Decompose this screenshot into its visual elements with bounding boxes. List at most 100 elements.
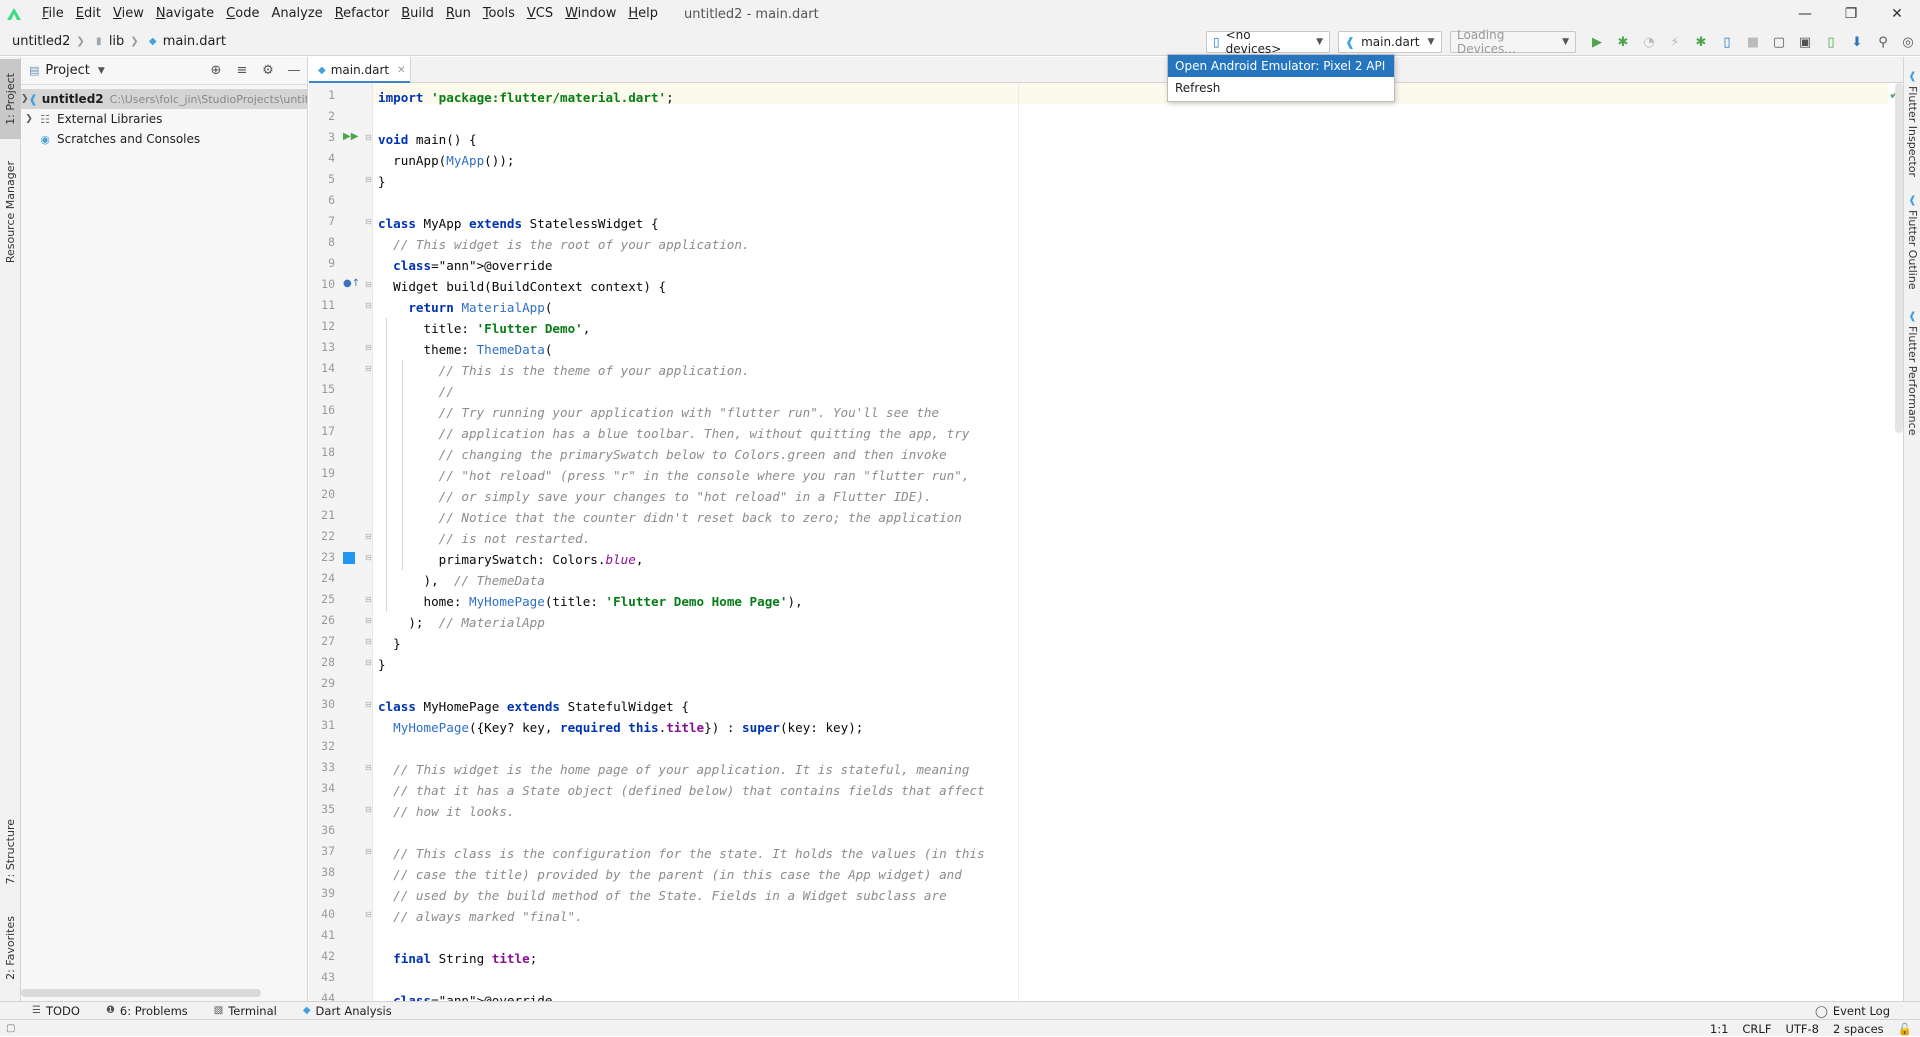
fold-marker-icon[interactable]: ⊟ [365, 280, 372, 289]
code-line[interactable]: runApp(MyApp()); [378, 150, 514, 171]
layout-inspector-button[interactable]: ▣ [1792, 29, 1818, 55]
menu-window[interactable]: Window [559, 0, 622, 28]
chevron-right-icon[interactable]: ❯ [21, 94, 29, 104]
tree-item-scratches[interactable]: ◉ Scratches and Consoles [21, 129, 307, 149]
code-line[interactable]: // application has a blue toolbar. Then,… [378, 423, 970, 444]
tab-problems[interactable]: ❶ 6: Problems [100, 1004, 194, 1018]
run-gutter-icon[interactable]: ▶▶ [343, 131, 358, 143]
code-line[interactable]: home: MyHomePage(title: 'Flutter Demo Ho… [378, 591, 802, 612]
breadcrumb-file[interactable]: ◆ main.dart [141, 34, 230, 49]
code-line[interactable]: class="ann">@override [378, 255, 552, 276]
minimize-button[interactable]: — [1782, 0, 1828, 28]
locate-icon[interactable]: ⊕ [203, 63, 229, 78]
code-line[interactable]: // how it looks. [378, 801, 514, 822]
horizontal-scrollbar[interactable] [21, 989, 261, 997]
refresh-item[interactable]: Refresh [1168, 77, 1394, 99]
avd-manager-button[interactable]: ▯ [1818, 29, 1844, 55]
tab-project[interactable]: 1: Project [0, 59, 21, 139]
code-line[interactable]: } [378, 171, 386, 192]
loading-devices-selector[interactable]: Loading Devices... ▼ [1450, 28, 1576, 56]
menu-analyze[interactable]: Analyze [265, 0, 328, 28]
line-separator[interactable]: CRLF [1742, 1022, 1771, 1036]
tab-structure[interactable]: 7: Structure [0, 809, 21, 895]
caret-position[interactable]: 1:1 [1710, 1022, 1729, 1036]
gear-icon[interactable]: ⚙ [255, 63, 281, 78]
tab-terminal[interactable]: ▧ Terminal [208, 1004, 283, 1018]
close-button[interactable]: ✕ [1874, 0, 1920, 28]
code-line[interactable]: // Notice that the counter didn't reset … [378, 507, 962, 528]
code-line[interactable]: } [378, 654, 386, 675]
fold-marker-icon[interactable]: ⊟ [365, 553, 372, 562]
tab-flutter-inspector[interactable]: ❰ Flutter Inspector [1904, 67, 1920, 177]
code-line[interactable]: Widget build(BuildContext context) { [378, 276, 666, 297]
code-line[interactable]: // or simply save your changes to "hot r… [378, 486, 932, 507]
run-config-selector[interactable]: ❰ main.dart ▼ [1338, 31, 1442, 53]
code-line[interactable]: import 'package:flutter/material.dart'; [378, 87, 674, 108]
code-line[interactable]: // used by the build method of the State… [378, 885, 947, 906]
code-line[interactable]: // This class is the configuration for t… [378, 843, 984, 864]
tab-resource-manager[interactable]: Resource Manager [0, 147, 21, 277]
collapse-all-icon[interactable]: ≡ [229, 63, 255, 78]
tree-item-external-libraries[interactable]: ❯ ☷ External Libraries [21, 109, 307, 129]
device-mirror-button[interactable]: ▯ [1714, 29, 1740, 55]
code-line[interactable]: // always marked "final". [378, 906, 583, 927]
fold-marker-icon[interactable]: ⊟ [365, 847, 372, 856]
code-line[interactable]: final String title; [378, 948, 537, 969]
fold-marker-icon[interactable]: ⊟ [365, 700, 372, 709]
code-line[interactable]: primarySwatch: Colors.blue, [378, 549, 644, 570]
code-line[interactable]: void main() { [378, 129, 477, 150]
menu-edit[interactable]: Edit [70, 0, 107, 28]
tab-favorites[interactable]: 2: Favorites [0, 903, 21, 993]
code-line[interactable]: class MyApp extends StatelessWidget { [378, 213, 659, 234]
ide-features-button[interactable]: ◎ [1896, 29, 1920, 55]
code-line[interactable]: theme: ThemeData( [378, 339, 552, 360]
stop-button[interactable]: ■ [1740, 29, 1766, 55]
code-line[interactable]: class MyHomePage extends StatefulWidget … [378, 696, 689, 717]
run-button[interactable]: ▶ [1584, 29, 1610, 55]
breadcrumb-project[interactable]: untitled2 [8, 34, 74, 49]
chevron-right-icon[interactable]: ❯ [21, 114, 37, 124]
code-line[interactable]: // "hot reload" (press "r" in the consol… [378, 465, 970, 486]
fold-marker-icon[interactable]: ⊟ [365, 637, 372, 646]
panel-toggle-icon[interactable]: ▢ [6, 1023, 15, 1034]
sdk-manager-button[interactable]: ⬇ [1844, 29, 1870, 55]
hide-icon[interactable]: — [281, 63, 307, 78]
chevron-down-icon[interactable]: ▼ [98, 66, 105, 76]
menu-navigate[interactable]: Navigate [150, 0, 220, 28]
code-line[interactable]: // case the title) provided by the paren… [378, 864, 962, 885]
profile-button[interactable]: ◔ [1636, 29, 1662, 55]
code-line[interactable]: // [378, 381, 454, 402]
close-icon[interactable]: ✕ [397, 65, 405, 76]
menu-tools[interactable]: Tools [477, 0, 521, 28]
code-line[interactable]: // changing the primarySwatch below to C… [378, 444, 947, 465]
code-line[interactable]: ), // ThemeData [378, 570, 544, 591]
code-line[interactable]: // that it has a State object (defined b… [378, 780, 984, 801]
fold-marker-icon[interactable]: ⊟ [365, 763, 372, 772]
menu-code[interactable]: Code [220, 0, 265, 28]
breadcrumb-folder[interactable]: ▮ lib [87, 34, 128, 49]
menu-build[interactable]: Build [395, 0, 440, 28]
debug-button[interactable]: ✱ [1610, 29, 1636, 55]
fold-marker-icon[interactable]: ⊟ [365, 301, 372, 310]
menu-file[interactable]: File [36, 0, 70, 28]
fold-marker-icon[interactable]: ⊟ [365, 595, 372, 604]
menu-help[interactable]: Help [622, 0, 664, 28]
menu-vcs[interactable]: VCS [521, 0, 559, 28]
hot-reload-button[interactable]: ⚡ [1662, 29, 1688, 55]
tree-item-untitled2[interactable]: ❯ ❰ untitled2 C:\Users\folc_jin\StudioPr… [21, 89, 307, 109]
open-emulator-item[interactable]: Open Android Emulator: Pixel 2 API 28 [1168, 55, 1394, 95]
indent-setting[interactable]: 2 spaces [1833, 1022, 1884, 1036]
override-gutter-icon[interactable]: ●↑ [343, 278, 360, 290]
project-panel-title[interactable]: Project [45, 63, 89, 78]
code-line[interactable]: MyHomePage({Key? key, required this.titl… [378, 717, 863, 738]
code-line[interactable]: title: 'Flutter Demo', [378, 318, 590, 339]
fold-marker-icon[interactable]: ⊟ [365, 910, 372, 919]
fold-marker-icon[interactable]: ⊟ [365, 532, 372, 541]
device-selector[interactable]: ▯ <no devices> ▼ [1206, 28, 1330, 56]
restore-button[interactable]: ❐ [1828, 0, 1874, 28]
code-line[interactable]: // This is the theme of your application… [378, 360, 750, 381]
attach-debugger-button[interactable]: ✱ [1688, 29, 1714, 55]
fold-marker-icon[interactable]: ⊟ [365, 133, 372, 142]
fold-marker-icon[interactable]: ⊟ [365, 616, 372, 625]
fold-marker-icon[interactable]: ⊟ [365, 217, 372, 226]
